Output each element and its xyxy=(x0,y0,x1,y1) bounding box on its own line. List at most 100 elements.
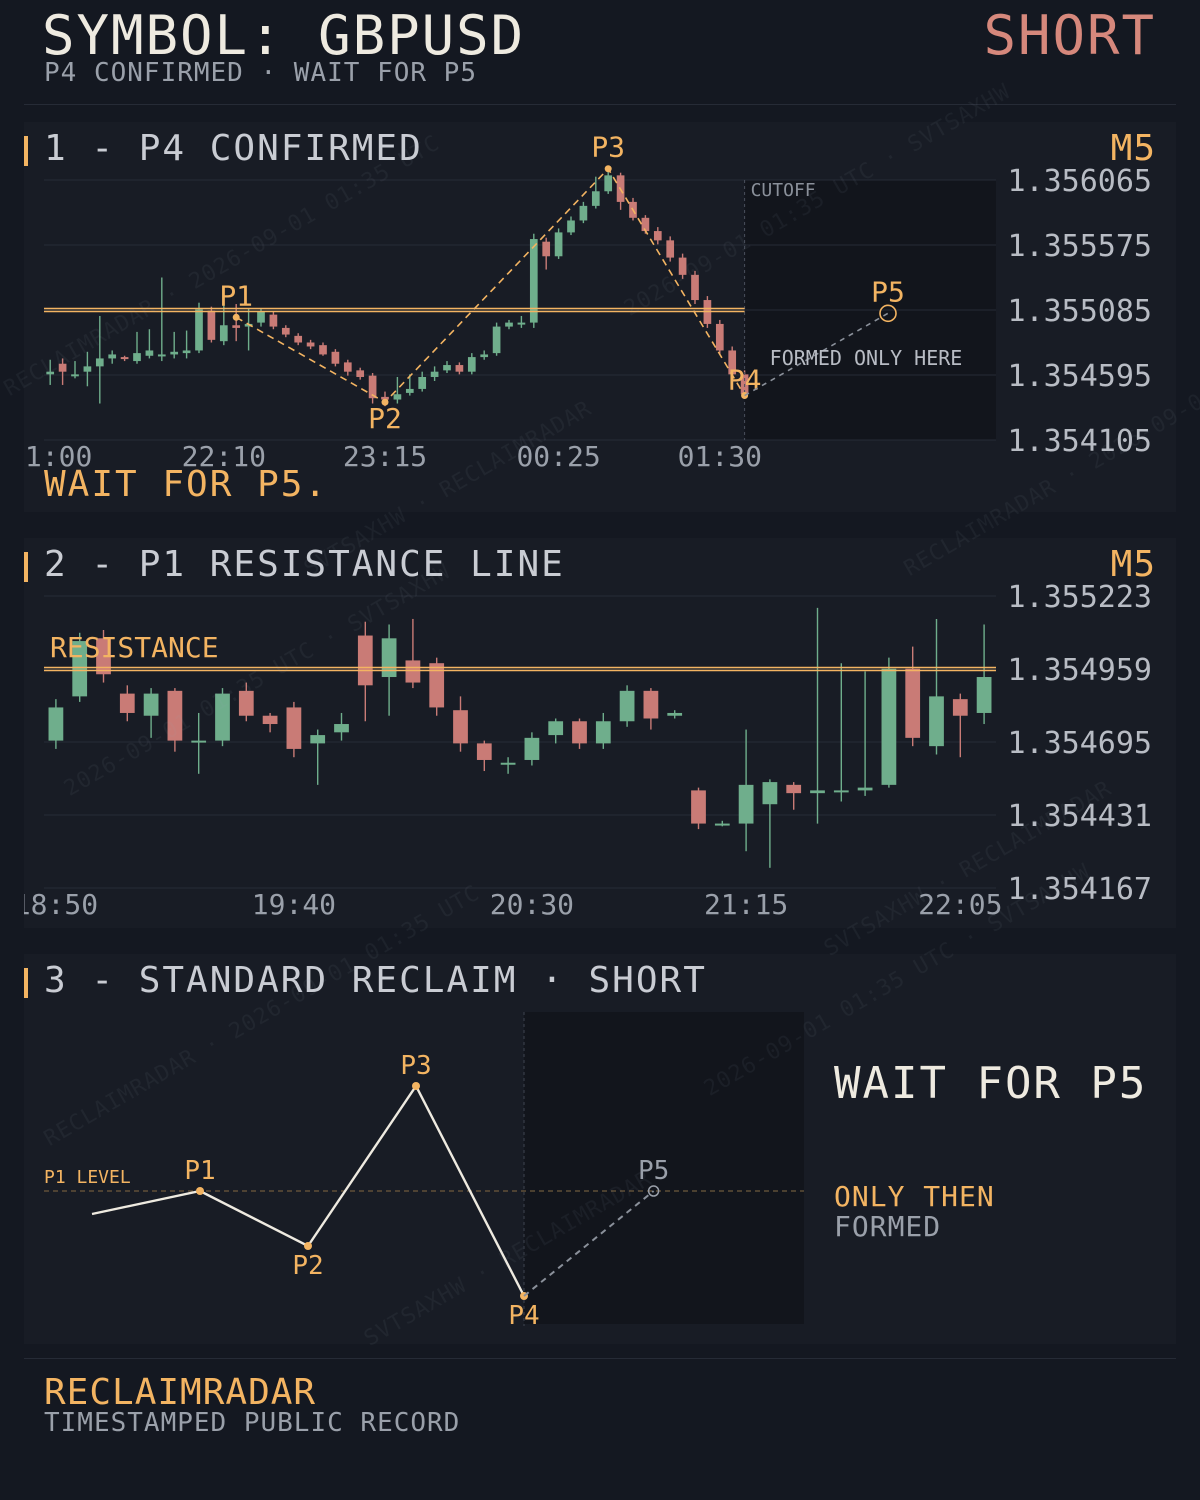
candle-body xyxy=(604,175,613,192)
candle-body xyxy=(476,743,492,760)
candle-body xyxy=(691,274,699,301)
candle-body xyxy=(281,327,290,335)
candle-body xyxy=(334,724,349,733)
candle-body xyxy=(269,314,278,327)
resistance-label: RESISTANCE xyxy=(50,631,219,664)
candle-body xyxy=(262,715,278,725)
candle-body xyxy=(286,707,302,749)
candle-body xyxy=(405,660,421,683)
x-tick-label: 00:25 xyxy=(516,440,600,473)
candle-body xyxy=(666,240,675,258)
p1-level-label: P1 LEVEL xyxy=(44,1167,131,1188)
candle-body xyxy=(319,345,327,355)
pattern-point xyxy=(232,313,240,321)
candle-body xyxy=(529,239,538,323)
candle-body xyxy=(170,351,179,355)
candle-body xyxy=(219,325,228,342)
candle-body xyxy=(133,353,141,362)
side-line-2: FORMED xyxy=(834,1210,942,1243)
candle-body xyxy=(500,762,516,765)
pattern-point xyxy=(604,165,612,173)
candle-body xyxy=(929,696,944,747)
candle-body xyxy=(182,350,191,354)
y-tick-label: 1.355223 xyxy=(1008,580,1153,615)
y-tick-label: 1.355085 xyxy=(1008,294,1153,329)
candle-body xyxy=(857,787,873,791)
panel-p1-resistance: 2 - P1 RESISTANCE LINE M5 1.355223 1.3549… xyxy=(24,538,1176,928)
candle-body xyxy=(294,335,303,343)
candle-body xyxy=(905,668,921,738)
x-tick-label: 22:05 xyxy=(918,888,1002,921)
pattern-point-label: P1 xyxy=(219,279,253,312)
y-tick-label: 1.355575 xyxy=(1008,229,1153,264)
side-title: WAIT FOR P5 xyxy=(834,1058,1148,1109)
y-tick-label: 1.356065 xyxy=(1008,164,1153,199)
y-tick-label: 1.354431 xyxy=(1008,799,1153,834)
candle-body xyxy=(83,366,92,372)
x-tick-label: 19:40 xyxy=(252,888,336,921)
candlestick-chart-1: 1.356065 1.355575 1.355085 1.354595 1.354105… xyxy=(24,131,1153,473)
candle-body xyxy=(381,638,397,678)
candle-body xyxy=(691,790,706,824)
candle-body xyxy=(505,322,513,327)
candle-body xyxy=(195,309,203,351)
candle-body xyxy=(453,710,468,744)
projected-point-label: P5 xyxy=(638,1156,669,1186)
candle-body xyxy=(167,690,183,741)
candle-body xyxy=(786,784,802,794)
candle-body xyxy=(524,737,540,760)
y-tick-label: 1.354595 xyxy=(1008,359,1153,394)
candle-body xyxy=(405,388,414,393)
candle-body xyxy=(143,693,159,716)
side-line-1: ONLY THEN xyxy=(834,1180,995,1213)
pattern-point-label: P2 xyxy=(368,402,402,435)
candle-body xyxy=(952,699,968,716)
pattern-point-label: P3 xyxy=(591,131,625,164)
candle-body xyxy=(810,790,825,794)
candle-body xyxy=(714,823,730,826)
candle-body xyxy=(232,325,241,328)
candle-body xyxy=(738,784,754,824)
candle-body xyxy=(643,690,659,719)
candle-body xyxy=(678,257,687,275)
x-tick-label: 01:30 xyxy=(678,440,762,473)
candle-body xyxy=(356,370,365,377)
candle-body xyxy=(393,394,402,400)
candle-body xyxy=(881,668,897,785)
candle-body xyxy=(579,205,588,221)
panel-note: WAIT FOR P5. xyxy=(44,464,329,505)
pattern-point xyxy=(304,1242,312,1250)
candle-body xyxy=(492,326,501,354)
candle-body xyxy=(108,354,117,359)
y-tick-label: 1.354105 xyxy=(1008,424,1153,459)
candle-body xyxy=(145,350,154,356)
candle-body xyxy=(71,374,79,377)
candlestick-chart-2: 1.355223 1.354959 1.354695 1.354431 1.354167… xyxy=(24,580,1153,921)
candle-body xyxy=(215,693,230,741)
candle-body xyxy=(357,635,373,686)
candle-body xyxy=(257,311,265,323)
divider xyxy=(24,1358,1176,1359)
candle-body xyxy=(762,782,778,805)
candle-body xyxy=(542,241,551,257)
footer-tagline: TIMESTAMPED PUBLIC RECORD xyxy=(44,1408,461,1438)
footer-brand: RECLAIMRADAR xyxy=(44,1372,317,1413)
candle-body xyxy=(554,232,563,257)
pattern-zigzag xyxy=(235,167,746,404)
candle-body xyxy=(443,365,451,371)
candle-body xyxy=(418,376,427,389)
candle-body xyxy=(572,721,587,744)
candle-body xyxy=(331,351,340,364)
candle-body xyxy=(120,357,129,360)
candle-body xyxy=(567,220,575,233)
candle-body xyxy=(467,357,476,372)
candle-body xyxy=(619,690,635,722)
pattern-point xyxy=(196,1187,204,1195)
candle-body xyxy=(46,371,55,375)
x-tick-label: 21:15 xyxy=(704,888,788,921)
pattern-point-label: P3 xyxy=(400,1051,431,1081)
pattern-point-label: P1 xyxy=(184,1156,215,1186)
candle-body xyxy=(653,231,662,241)
y-tick-label: 1.354695 xyxy=(1008,726,1153,761)
candle-body xyxy=(119,693,135,713)
